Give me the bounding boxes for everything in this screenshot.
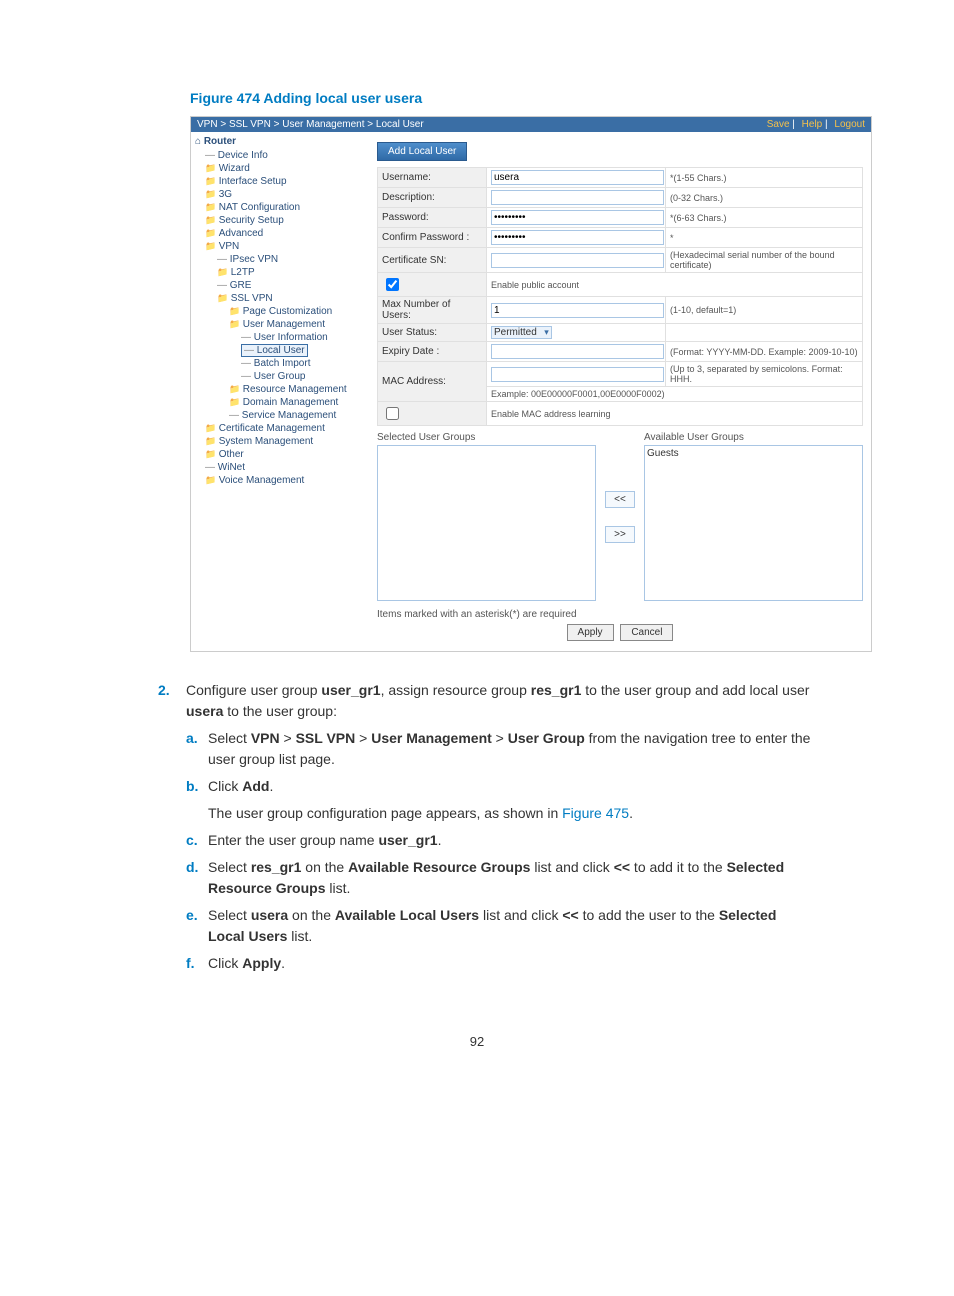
description-input[interactable]: [491, 190, 664, 205]
available-groups-list[interactable]: Guests: [644, 445, 863, 601]
nav-ipsec-vpn[interactable]: IPsec VPN: [217, 253, 365, 266]
substep-f-mark: f.: [186, 953, 208, 974]
nav-root[interactable]: Router: [195, 136, 365, 147]
cert-sn-label: Certificate SN:: [378, 248, 487, 273]
move-right-button[interactable]: >>: [605, 526, 635, 543]
nav-3g[interactable]: 3G: [205, 188, 365, 201]
user-status-select[interactable]: Permitted: [491, 326, 552, 339]
expiry-input[interactable]: [491, 344, 664, 359]
main-panel: Add Local User Username: *(1-55 Chars.) …: [369, 132, 871, 651]
nav-user-info[interactable]: User Information: [241, 331, 365, 344]
expiry-label: Expiry Date :: [378, 342, 487, 362]
required-note: Items marked with an asterisk(*) are req…: [377, 609, 863, 620]
screenshot-panel: VPN > SSL VPN > User Management > Local …: [190, 116, 872, 652]
cert-sn-input[interactable]: [491, 253, 664, 268]
confirm-password-label: Confirm Password :: [378, 228, 487, 248]
nav-advanced[interactable]: Advanced: [205, 227, 365, 240]
selected-groups-list[interactable]: [377, 445, 596, 601]
password-hint: *(6-63 Chars.): [666, 208, 863, 228]
add-local-user-button[interactable]: Add Local User: [377, 142, 467, 161]
nav-domain-mgmt[interactable]: Domain Management: [229, 396, 365, 409]
nav-nat-config[interactable]: NAT Configuration: [205, 201, 365, 214]
cert-sn-hint: (Hexadecimal serial number of the bound …: [666, 248, 863, 273]
substep-f-text: Click Apply.: [208, 953, 814, 974]
step-text: Configure user group user_gr1, assign re…: [186, 680, 814, 722]
nav-user-mgmt[interactable]: User Management: [229, 318, 365, 331]
cancel-button[interactable]: Cancel: [620, 624, 673, 641]
nav-vpn[interactable]: VPN: [205, 240, 365, 253]
nav-interface-setup[interactable]: Interface Setup: [205, 175, 365, 188]
nav-voice-mgmt[interactable]: Voice Management: [205, 474, 365, 487]
help-link[interactable]: Help: [802, 119, 823, 130]
dual-list: Selected User Groups << >> Available Use…: [377, 432, 863, 601]
mac-hint: (Up to 3, separated by semicolons. Forma…: [666, 362, 863, 387]
substep-d-text: Select res_gr1 on the Available Resource…: [208, 857, 814, 899]
figure-475-link[interactable]: Figure 475: [562, 805, 629, 821]
list-item-guests[interactable]: Guests: [647, 448, 860, 459]
enable-mac-check[interactable]: [386, 407, 399, 420]
mac-label: MAC Address:: [378, 362, 487, 402]
mac-input[interactable]: [491, 367, 664, 382]
substep-c-text: Enter the user group name user_gr1.: [208, 830, 814, 851]
breadcrumb-bar: VPN > SSL VPN > User Management > Local …: [191, 117, 871, 132]
save-link[interactable]: Save: [767, 119, 790, 130]
substep-a-mark: a.: [186, 728, 208, 770]
nav-resource-mgmt[interactable]: Resource Management: [229, 383, 365, 396]
confirm-password-hint: *: [666, 228, 863, 248]
nav-tree: Router Device Info Wizard Interface Setu…: [191, 132, 369, 651]
nav-local-user[interactable]: Local User: [241, 344, 308, 357]
description-hint: (0-32 Chars.): [666, 188, 863, 208]
move-left-button[interactable]: <<: [605, 491, 635, 508]
figure-caption: Figure 474 Adding local user usera: [190, 90, 874, 106]
nav-device-info[interactable]: Device Info: [205, 149, 365, 162]
nav-gre[interactable]: GRE: [217, 279, 365, 292]
max-users-input[interactable]: [491, 303, 664, 318]
apply-button[interactable]: Apply: [567, 624, 614, 641]
substep-b-mark: b.: [186, 776, 208, 824]
username-input[interactable]: [491, 170, 664, 185]
substep-e-mark: e.: [186, 905, 208, 947]
substep-c-mark: c.: [186, 830, 208, 851]
nav-other[interactable]: Other: [205, 448, 365, 461]
user-form: Username: *(1-55 Chars.) Description: (0…: [377, 167, 863, 426]
instructions: 2. Configure user group user_gr1, assign…: [158, 680, 814, 974]
user-status-label: User Status:: [378, 324, 487, 342]
password-label: Password:: [378, 208, 487, 228]
username-hint: *(1-55 Chars.): [666, 168, 863, 188]
enable-public-label: Enable public account: [487, 273, 863, 297]
available-groups-header: Available User Groups: [644, 432, 863, 443]
nav-user-group[interactable]: User Group: [241, 370, 365, 383]
nav-page-custom[interactable]: Page Customization: [229, 305, 365, 318]
nav-batch-import[interactable]: Batch Import: [241, 357, 365, 370]
nav-service-mgmt[interactable]: Service Management: [229, 409, 365, 422]
nav-cert-mgmt[interactable]: Certificate Management: [205, 422, 365, 435]
selected-groups-header: Selected User Groups: [377, 432, 596, 443]
nav-sys-mgmt[interactable]: System Management: [205, 435, 365, 448]
top-links: Save | Help | Logout: [763, 119, 865, 130]
nav-winet[interactable]: WiNet: [205, 461, 365, 474]
substep-a-text: Select VPN > SSL VPN > User Management >…: [208, 728, 814, 770]
description-label: Description:: [378, 188, 487, 208]
max-users-hint: (1-10, default=1): [666, 297, 863, 324]
expiry-hint: (Format: YYYY-MM-DD. Example: 2009-10-10…: [666, 342, 863, 362]
enable-mac-label: Enable MAC address learning: [487, 402, 863, 426]
nav-security-setup[interactable]: Security Setup: [205, 214, 365, 227]
logout-link[interactable]: Logout: [834, 119, 865, 130]
page-number: 92: [80, 1034, 874, 1049]
breadcrumb-path: VPN > SSL VPN > User Management > Local …: [197, 119, 424, 130]
enable-public-check[interactable]: [386, 278, 399, 291]
nav-l2tp[interactable]: L2TP: [217, 266, 365, 279]
step-number: 2.: [158, 680, 186, 722]
max-users-label: Max Number of Users:: [378, 297, 487, 324]
substep-e-text: Select usera on the Available Local User…: [208, 905, 814, 947]
username-label: Username:: [378, 168, 487, 188]
nav-ssl-vpn[interactable]: SSL VPN: [217, 292, 365, 305]
nav-wizard[interactable]: Wizard: [205, 162, 365, 175]
mac-example: Example: 00E00000F0001,00E0000F0002): [487, 387, 863, 402]
substep-d-mark: d.: [186, 857, 208, 899]
password-input[interactable]: [491, 210, 664, 225]
substep-b-text: Click Add. The user group configuration …: [208, 776, 814, 824]
confirm-password-input[interactable]: [491, 230, 664, 245]
